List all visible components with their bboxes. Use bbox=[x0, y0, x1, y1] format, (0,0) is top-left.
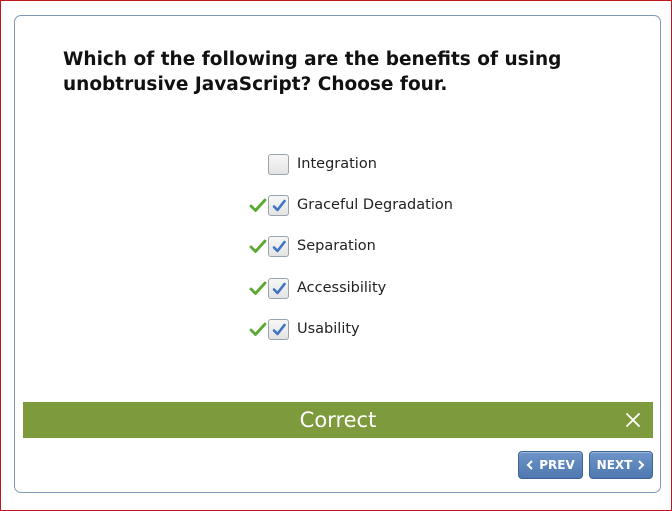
question-text: Which of the following are the benefits … bbox=[63, 49, 562, 95]
prev-button[interactable]: PREV bbox=[518, 451, 583, 479]
checkbox[interactable] bbox=[268, 278, 289, 299]
next-label: NEXT bbox=[596, 458, 633, 472]
option-separation[interactable]: Separation bbox=[248, 236, 488, 262]
option-integration[interactable]: Integration bbox=[248, 154, 488, 180]
correct-check-icon bbox=[248, 320, 268, 340]
close-icon[interactable] bbox=[623, 410, 643, 430]
option-label: Accessibility bbox=[297, 280, 387, 296]
option-label: Separation bbox=[297, 238, 376, 254]
checkmark-icon bbox=[272, 282, 286, 295]
feedback-banner: Correct bbox=[23, 402, 653, 438]
correct-check-icon bbox=[248, 279, 268, 299]
option-accessibility[interactable]: Accessibility bbox=[248, 278, 488, 304]
next-button[interactable]: NEXT bbox=[589, 451, 653, 479]
feedback-text: Correct bbox=[299, 408, 377, 432]
option-label: Integration bbox=[297, 156, 377, 172]
option-label: Usability bbox=[297, 321, 360, 337]
correct-check-icon bbox=[248, 196, 268, 216]
checkbox[interactable] bbox=[268, 319, 289, 340]
checkbox[interactable] bbox=[268, 236, 289, 257]
correct-check-icon bbox=[248, 237, 268, 257]
checkmark-icon bbox=[272, 240, 286, 253]
prev-label: PREV bbox=[539, 458, 575, 472]
no-mark bbox=[248, 155, 268, 175]
option-label: Graceful Degradation bbox=[297, 197, 453, 213]
checkbox[interactable] bbox=[268, 195, 289, 216]
option-graceful-degradation[interactable]: Graceful Degradation bbox=[248, 195, 488, 221]
chevron-right-icon bbox=[638, 460, 645, 470]
checkbox[interactable] bbox=[268, 154, 289, 175]
checkmark-icon bbox=[272, 323, 286, 336]
checkmark-icon bbox=[272, 199, 286, 212]
option-usability[interactable]: Usability bbox=[248, 319, 488, 345]
chevron-left-icon bbox=[526, 460, 533, 470]
